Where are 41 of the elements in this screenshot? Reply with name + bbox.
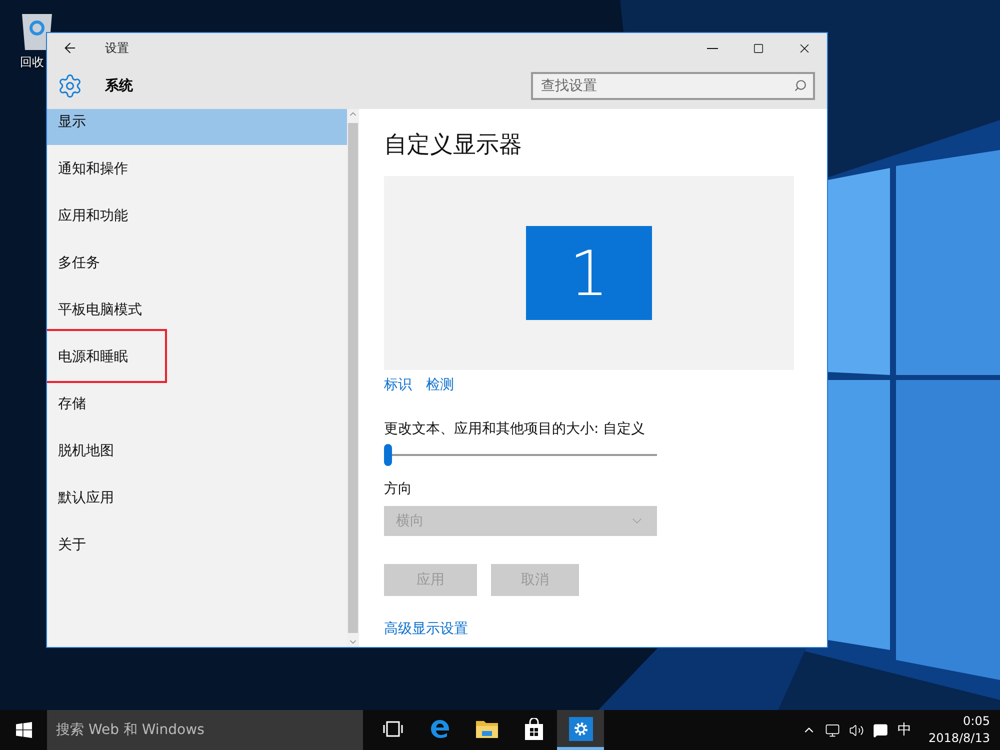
sidebar-item[interactable]: 默认应用 (47, 474, 347, 521)
window-title: 设置 (105, 40, 130, 56)
scale-slider[interactable] (384, 444, 657, 466)
settings-icon (568, 716, 592, 740)
action-link[interactable]: 标识 (384, 376, 412, 394)
page-title: 自定义显示器 (384, 131, 522, 160)
sidebar-item[interactable]: 电源和睡眠 (47, 333, 347, 380)
back-arrow-icon (62, 40, 78, 56)
notification-icon[interactable] (873, 722, 888, 738)
input-method-button[interactable]: 中 (897, 721, 912, 739)
action-link[interactable]: 检测 (426, 376, 454, 394)
sidebar-item[interactable]: 多任务 (47, 239, 347, 286)
monitor-tile[interactable]: 1 (526, 226, 652, 320)
sidebar-item[interactable]: 关于 (47, 521, 347, 568)
sidebar-item[interactable]: 显示 (47, 109, 347, 145)
clock[interactable]: 0:05 2018/8/13 (920, 713, 990, 747)
search-icon (794, 79, 807, 92)
sidebar-item[interactable]: 通知和操作 (47, 145, 347, 192)
scrollbar-thumb[interactable] (348, 123, 358, 633)
search-field[interactable]: 查找设置 (531, 72, 815, 100)
windows-logo-icon (16, 722, 32, 738)
slider-thumb[interactable] (384, 444, 392, 466)
shopping-bag-icon (524, 718, 544, 740)
section-title: 系统 (105, 77, 134, 95)
taskbar-search-field[interactable]: 搜索 Web 和 Windows (47, 710, 363, 750)
advanced-settings-link[interactable]: 高级显示设置 (384, 621, 468, 637)
folder-icon (476, 720, 498, 738)
browser-icon (430, 718, 450, 738)
maximize-icon (752, 42, 764, 54)
sidebar-item[interactable]: 应用和功能 (47, 192, 347, 239)
desktop-icon-label: 回收 (20, 54, 44, 71)
network-icon[interactable] (825, 722, 840, 738)
sidebar-item[interactable]: 平板电脑模式 (47, 286, 347, 333)
task-view-icon (382, 720, 402, 736)
scale-label: 更改文本、应用和其他项目的大小: 自定义 (384, 420, 646, 438)
sidebar-item[interactable]: 脱机地图 (47, 427, 347, 474)
volume-icon[interactable] (849, 722, 864, 738)
taskbar-app-button[interactable] (557, 710, 604, 750)
sidebar-item[interactable]: 存储 (47, 380, 347, 427)
orientation-label: 方向 (384, 480, 412, 498)
settings-icon (57, 73, 83, 99)
